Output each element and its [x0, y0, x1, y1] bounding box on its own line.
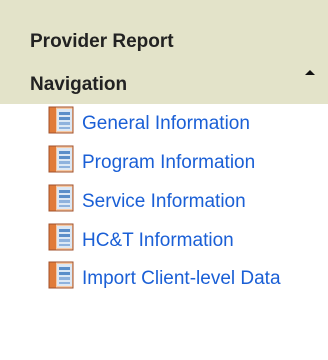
nav-item-program-information: Program Information [0, 143, 328, 182]
nav-link-import-client-level-data[interactable]: Import Client-level Data [82, 268, 281, 289]
report-document-icon [48, 261, 74, 289]
nav-link-program-information[interactable]: Program Information [82, 152, 255, 173]
report-document-icon [48, 184, 74, 212]
collapse-toggle-button[interactable] [300, 64, 320, 80]
nav-item-hct-information: HC&T Information [0, 221, 328, 260]
report-nav-list: General Information Program Information [0, 104, 328, 298]
report-document-icon [48, 223, 74, 251]
triangle-up-icon [305, 70, 315, 75]
report-document-icon [48, 106, 74, 134]
nav-link-hct-information[interactable]: HC&T Information [82, 230, 234, 251]
nav-item-general-information: General Information [0, 104, 328, 143]
report-document-icon [48, 145, 74, 173]
nav-item-import-client-level-data: Import Client-level Data [0, 260, 328, 298]
provider-report-navigation-panel: Provider Report Navigation General Infor… [0, 0, 328, 360]
nav-link-service-information[interactable]: Service Information [82, 191, 246, 212]
nav-link-general-information[interactable]: General Information [82, 113, 250, 134]
nav-item-service-information: Service Information [0, 182, 328, 221]
panel-header: Provider Report Navigation [0, 0, 328, 104]
panel-title: Provider Report Navigation [30, 31, 174, 95]
